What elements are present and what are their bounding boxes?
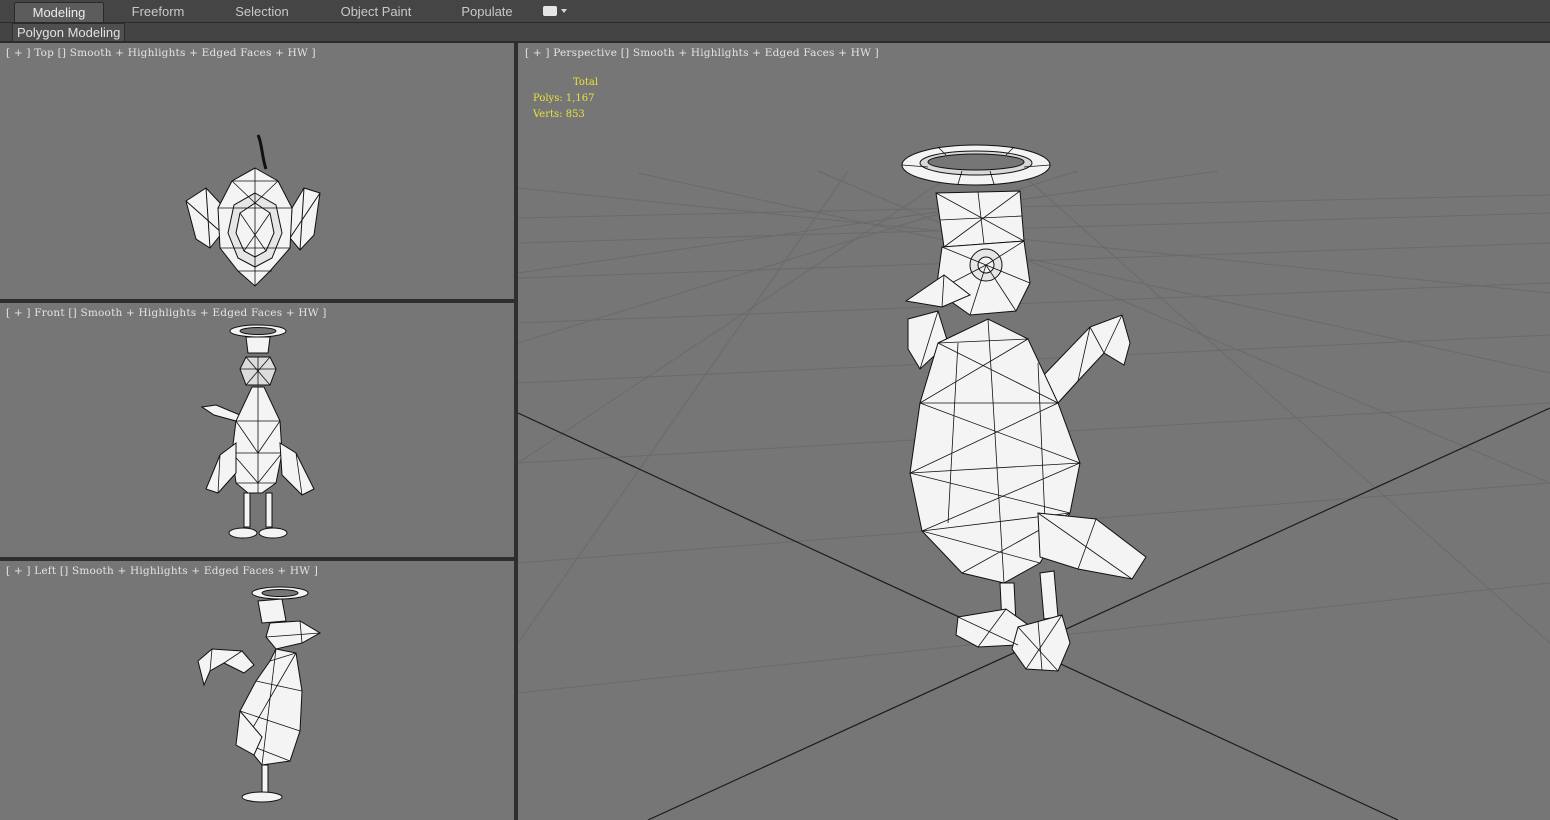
ribbon-panel-bar: Polygon Modeling	[0, 23, 1550, 43]
viewport-label-perspective[interactable]: [ + ] Perspective [] Smooth + Highlights…	[525, 47, 879, 59]
viewport-label-front[interactable]: [ + ] Front [] Smooth + Highlights + Edg…	[6, 307, 327, 319]
viewport-top[interactable]: [ + ] Top [] Smooth + Highlights + Edged…	[0, 43, 514, 299]
tab-object-paint[interactable]: Object Paint	[318, 2, 434, 21]
vertical-viewport-splitter[interactable]	[514, 43, 518, 820]
viewport-left[interactable]: [ + ] Left [] Smooth + Highlights + Edge…	[0, 561, 514, 820]
horizontal-viewport-splitter-top[interactable]	[0, 299, 514, 303]
panel-options-icon[interactable]	[543, 5, 571, 18]
bird-model	[901, 144, 1147, 672]
chevron-down-icon	[561, 9, 567, 13]
viewport-label-top[interactable]: [ + ] Top [] Smooth + Highlights + Edged…	[6, 47, 316, 59]
viewport-front[interactable]: [ + ] Front [] Smooth + Highlights + Edg…	[0, 303, 514, 557]
panel-options-box	[543, 6, 557, 16]
left-view-model	[197, 586, 321, 803]
tab-populate[interactable]: Populate	[440, 2, 534, 21]
front-view-model	[200, 324, 315, 539]
horizontal-viewport-splitter-bottom[interactable]	[0, 557, 514, 561]
tab-selection[interactable]: Selection	[212, 2, 312, 21]
ribbon-tab-bar: Modeling Freeform Selection Object Paint…	[0, 0, 1550, 23]
tab-modeling[interactable]: Modeling	[14, 2, 104, 22]
viewport-label-left[interactable]: [ + ] Left [] Smooth + Highlights + Edge…	[6, 565, 318, 577]
perspective-view-scene	[518, 144, 1550, 820]
tab-freeform[interactable]: Freeform	[110, 2, 206, 21]
stats-polys: Polys: 1,167	[533, 93, 595, 104]
stats-verts: Verts: 853	[533, 109, 585, 120]
viewport-perspective[interactable]: [ + ] Perspective [] Smooth + Highlights…	[518, 43, 1550, 820]
top-view-model	[185, 134, 321, 287]
polygon-modeling-panel-button[interactable]: Polygon Modeling	[12, 23, 126, 42]
stats-title: Total	[573, 77, 599, 88]
